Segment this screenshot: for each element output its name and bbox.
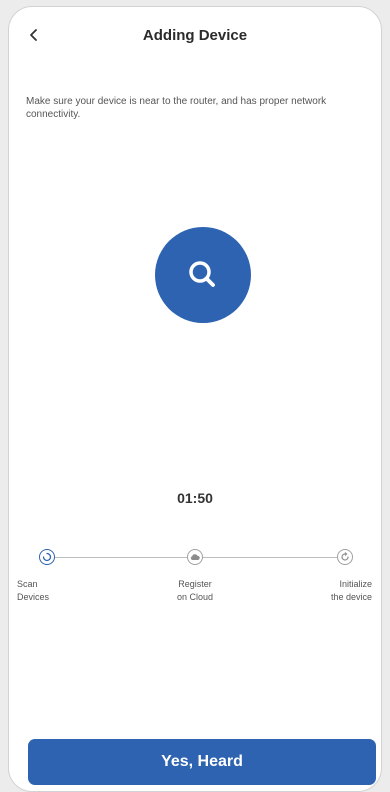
page-title: Adding Device (142, 27, 248, 44)
step-label-line: the device (330, 592, 372, 602)
countdown-timer: 01:50 (177, 490, 213, 506)
instructions-text: Make sure your device is near to the rou… (26, 96, 327, 120)
header-bar: Adding Device (9, 7, 381, 57)
step-scan-label: Scan Devices (17, 578, 87, 604)
spinner-icon (42, 552, 52, 562)
step-register-indicator (187, 549, 203, 565)
step-register-label: Register on Cloud (160, 578, 230, 604)
step-initialize-indicator (337, 549, 353, 565)
cloud-icon (190, 554, 200, 560)
step-label-line: on Cloud (176, 592, 214, 602)
step-label-line: Initialize (339, 579, 372, 589)
search-icon (189, 261, 215, 287)
search-indicator (155, 227, 251, 323)
refresh-icon (341, 552, 349, 561)
step-initialize-label: Initialize the device (302, 578, 372, 604)
yes-heard-button[interactable]: Yes, Heard (28, 739, 376, 785)
device-frame: Adding Device Make sure your device is n… (8, 6, 382, 792)
step-label-line: Scan (17, 579, 38, 589)
step-label-line: Devices (17, 592, 50, 602)
step-scan-indicator (39, 549, 55, 565)
step-label-line: Register (178, 579, 212, 589)
